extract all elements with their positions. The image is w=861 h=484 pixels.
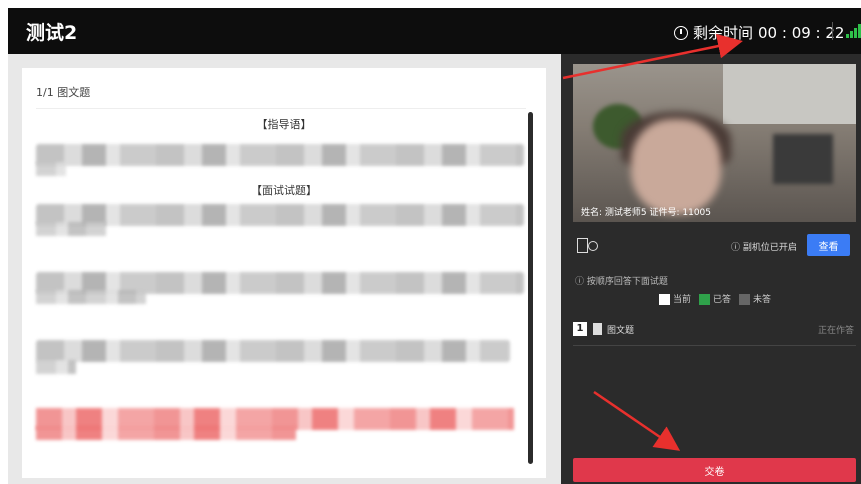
question-state: 正在作答 <box>817 326 854 336</box>
question-index: 1 <box>573 322 587 336</box>
legend-unanswered: 未答 <box>739 292 771 305</box>
question-type: 图文题 <box>607 326 635 336</box>
scrollbar[interactable] <box>528 112 533 464</box>
timer-label: 剩余时间 <box>693 24 754 42</box>
document-icon <box>593 323 602 335</box>
right-panel: 姓名: 测试老师5 证件号: 11005 ⓘ 副机位已开启 查看 ⓘ 按顺序回答… <box>561 54 861 484</box>
question-counter: 1/1 图文题 <box>36 86 91 99</box>
blurred-text <box>36 360 76 374</box>
blurred-highlighted-text <box>36 426 296 440</box>
question-area: 1/1 图文题 【指导语】 【面试试题】 <box>8 54 561 484</box>
instruction-heading: 【指导语】 <box>256 118 312 131</box>
legend-current: 当前 <box>659 292 691 305</box>
blurred-text <box>36 290 146 304</box>
divider <box>36 108 526 109</box>
top-bar: 测试2 剩余时间 00 : 09 : 22 <box>8 8 861 54</box>
camera-status: ⓘ 副机位已开启 <box>731 243 797 253</box>
countdown-timer: 剩余时间 00 : 09 : 22 <box>674 22 844 43</box>
view-button[interactable]: 查看 <box>807 234 850 256</box>
blurred-text <box>36 340 510 362</box>
candidate-caption: 姓名: 测试老师5 证件号: 11005 <box>581 208 712 218</box>
answer-hint: ⓘ 按顺序回答下面试题 <box>575 277 668 287</box>
exam-title: 测试2 <box>26 22 78 44</box>
status-legend: 当前 已答 未答 <box>659 292 771 305</box>
signal-icon <box>846 24 861 38</box>
legend-answered: 已答 <box>699 292 731 305</box>
question-list-item[interactable]: 1 图文题 正在作答 <box>573 318 856 346</box>
screen-switch-icon[interactable] <box>577 238 598 253</box>
candidate-video: 姓名: 测试老师5 证件号: 11005 <box>573 64 856 222</box>
blurred-text <box>36 204 524 226</box>
submit-exam-button[interactable]: 交卷 <box>573 458 856 482</box>
divider <box>832 22 833 40</box>
blurred-text <box>36 144 524 166</box>
question-paper: 1/1 图文题 【指导语】 【面试试题】 <box>22 68 546 478</box>
question-heading: 【面试试题】 <box>251 184 317 197</box>
clock-icon <box>674 25 688 40</box>
blurred-text <box>36 162 66 176</box>
video-controls: ⓘ 副机位已开启 查看 <box>573 230 856 264</box>
blurred-text <box>36 222 106 236</box>
